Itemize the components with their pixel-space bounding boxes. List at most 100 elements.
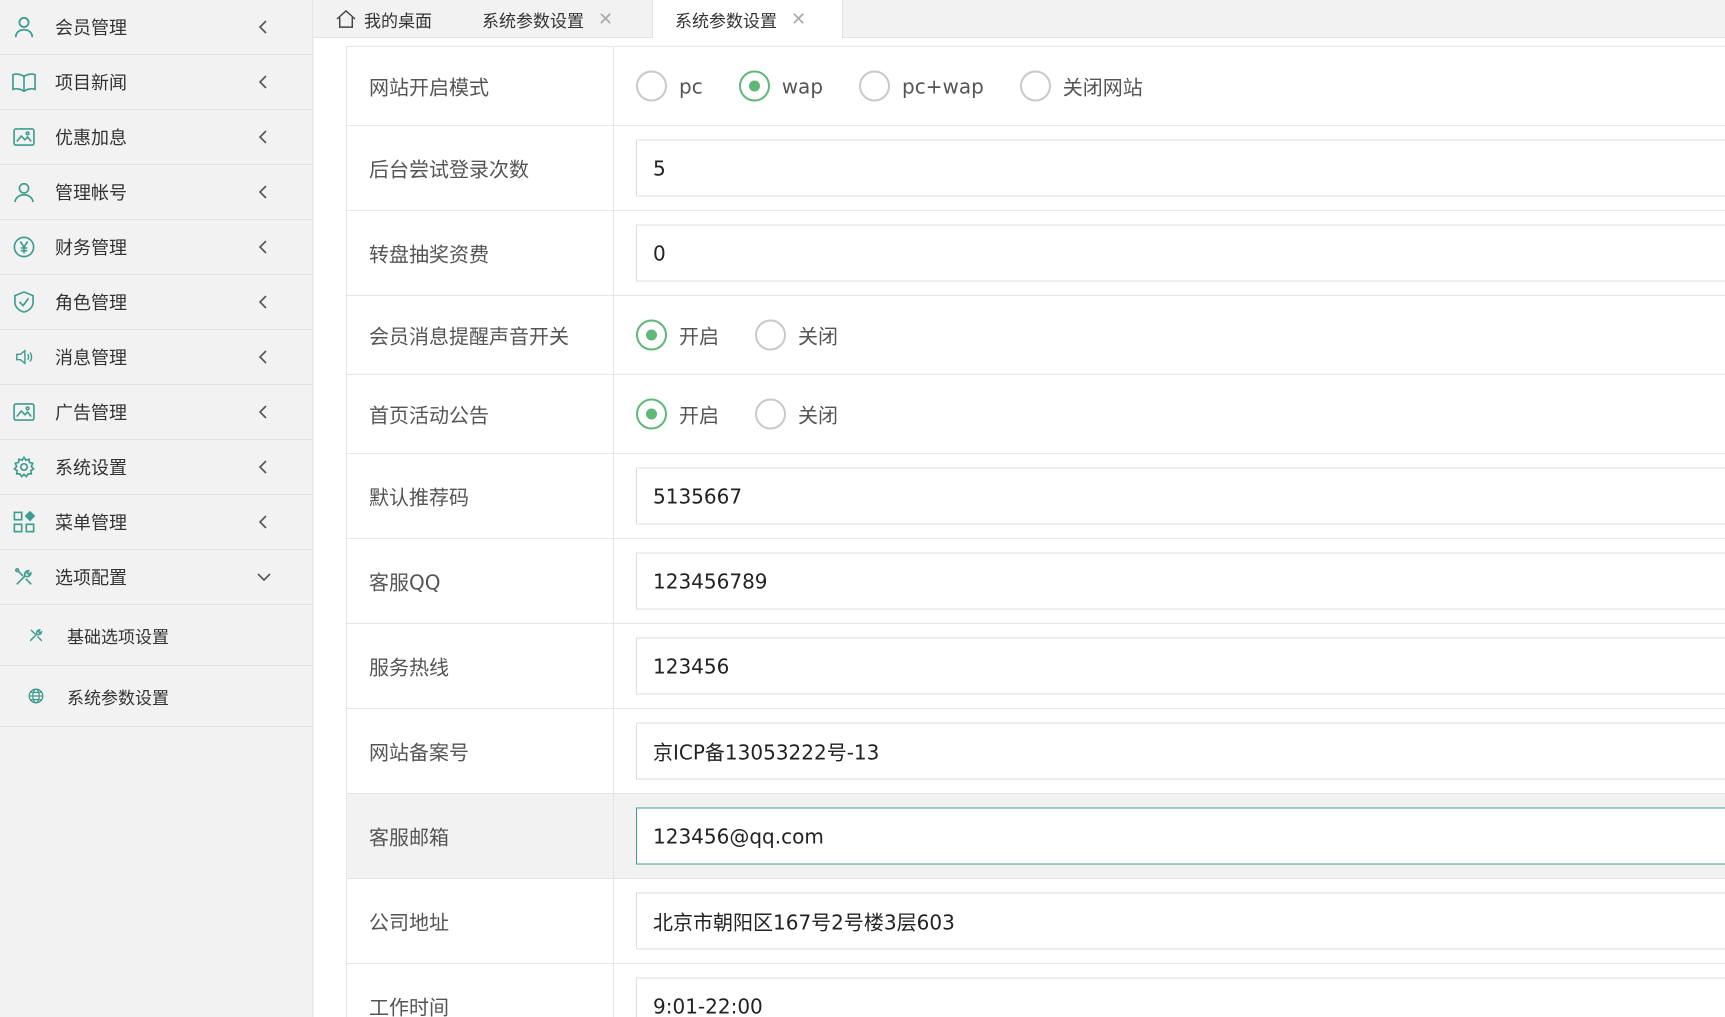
book-icon [12,70,36,94]
tab-desktop[interactable]: 我的桌面 [336,0,432,38]
divider [613,964,614,1017]
radio-pc[interactable]: pc [636,70,703,102]
close-icon[interactable]: ✕ [598,9,613,30]
service-qq-input[interactable]: 123456789 [636,552,1725,610]
hotline-input[interactable]: 123456 [636,637,1725,695]
sidebar-item-label: 会员管理 [55,18,127,39]
company-address-input[interactable]: 北京市朝阳区167号2号楼3层603 [636,892,1725,950]
radio-circle[interactable] [755,319,786,351]
home-notice-radio-group: 开启 关闭 [636,398,874,430]
radio-circle[interactable] [1019,70,1051,102]
yen-icon [12,235,36,259]
sidebar-item-messages[interactable]: 消息管理 [0,330,312,385]
radio-off[interactable]: 关闭 [755,319,838,351]
radio-off[interactable]: 关闭 [755,398,838,430]
sidebar-item-news[interactable]: 项目新闻 [0,55,312,110]
close-icon[interactable]: ✕ [791,9,806,30]
row-referral-code: 默认推荐码 5135667 [346,454,1725,539]
divider [613,624,614,708]
sidebar-item-label: 消息管理 [55,348,127,369]
shield-icon [12,290,36,314]
radio-label: 开启 [679,403,719,428]
sidebar-item-roles[interactable]: 角色管理 [0,275,312,330]
chevron-left-icon [258,460,267,474]
field-label: 网站开启模式 [369,75,489,100]
divider [613,454,614,538]
chevron-left-icon [258,20,267,34]
radio-circle[interactable] [738,70,770,102]
user-outline-icon [12,180,36,204]
tab-label: 我的桌面 [364,11,432,32]
sidebar: 会员管理 项目新闻 优惠加息 管理帐号 财务管理 角色管理 消息管理 广告管理 … [0,0,313,1017]
sidebar-item-ads[interactable]: 广告管理 [0,385,312,440]
referral-code-input[interactable]: 5135667 [636,467,1725,525]
home-icon [336,10,356,28]
radio-circle[interactable] [636,70,667,102]
sidebar-item-label: 选项配置 [55,568,127,589]
divider [613,126,614,210]
radio-label: pc+wap [902,74,984,98]
wheel-fee-input[interactable]: 0 [636,224,1725,282]
sidebar-item-label: 菜单管理 [55,513,127,534]
sidebar-item-members[interactable]: 会员管理 [0,0,312,55]
chevron-left-icon [258,75,267,89]
sidebar-item-finance[interactable]: 财务管理 [0,220,312,275]
radio-pc-wap[interactable]: pc+wap [859,70,984,102]
image-icon [12,125,36,149]
speaker-icon [12,345,36,369]
globe-icon [26,686,46,706]
tab-system-params-2[interactable]: 系统参数设置 ✕ [652,0,843,39]
radio-label: 开启 [679,324,719,349]
radio-circle[interactable] [636,319,667,351]
field-label: 默认推荐码 [369,485,469,510]
sidebar-item-label: 广告管理 [55,403,127,424]
radio-circle[interactable] [859,70,891,102]
row-site-mode: 网站开启模式 pc wap pc+wap 关闭网站 [346,47,1725,126]
sidebar-subitem-label: 基础选项设置 [67,627,169,648]
chevron-left-icon [258,240,267,254]
work-hours-input[interactable]: 9:01-22:00 [636,977,1725,1017]
tab-label: 系统参数设置 [482,11,584,32]
sidebar-item-label: 管理帐号 [55,183,127,204]
tools-icon [26,625,46,645]
image-icon [12,400,36,424]
sidebar-subitem-system-params[interactable]: 系统参数设置 [0,666,312,727]
service-email-input[interactable]: 123456@qq.com [636,807,1725,865]
site-mode-radio-group: pc wap pc+wap 关闭网站 [636,70,1179,102]
field-label: 服务热线 [369,655,449,680]
row-company-address: 公司地址 北京市朝阳区167号2号楼3层603 [346,879,1725,964]
divider [613,879,614,963]
radio-label: 关闭 [798,403,838,428]
sidebar-item-accounts[interactable]: 管理帐号 [0,165,312,220]
apps-icon [12,510,36,534]
settings-form: 网站开启模式 pc wap pc+wap 关闭网站 后台尝试登录次数 5 转盘抽… [346,46,1725,1017]
message-sound-radio-group: 开启 关闭 [636,319,874,351]
tab-bar: 我的桌面 系统参数设置 ✕ 系统参数设置 ✕ [314,0,1725,39]
row-service-qq: 客服QQ 123456789 [346,539,1725,624]
radio-on[interactable]: 开启 [636,398,719,430]
icp-input[interactable]: 京ICP备13053222号-13 [636,722,1725,780]
sidebar-item-options[interactable]: 选项配置 [0,550,312,605]
sidebar-item-system-settings[interactable]: 系统设置 [0,440,312,495]
divider [613,794,614,878]
radio-circle[interactable] [755,398,786,430]
tab-system-params-1[interactable]: 系统参数设置 ✕ [482,0,613,38]
radio-wap[interactable]: wap [738,70,823,102]
chevron-left-icon [258,405,267,419]
sidebar-item-menus[interactable]: 菜单管理 [0,495,312,550]
login-attempts-input[interactable]: 5 [636,139,1725,197]
chevron-left-icon [258,515,267,529]
sidebar-item-promotions[interactable]: 优惠加息 [0,110,312,165]
sidebar-item-label: 财务管理 [55,238,127,259]
field-label: 会员消息提醒声音开关 [369,324,569,349]
row-hotline: 服务热线 123456 [346,624,1725,709]
radio-circle[interactable] [636,398,667,430]
chevron-left-icon [258,350,267,364]
field-label: 客服邮箱 [369,825,449,850]
field-label: 公司地址 [369,910,449,935]
radio-close-site[interactable]: 关闭网站 [1019,70,1143,102]
sidebar-subitem-basic-options[interactable]: 基础选项设置 [0,605,312,666]
radio-on[interactable]: 开启 [636,319,719,351]
row-icp: 网站备案号 京ICP备13053222号-13 [346,709,1725,794]
sidebar-item-label: 角色管理 [55,293,127,314]
